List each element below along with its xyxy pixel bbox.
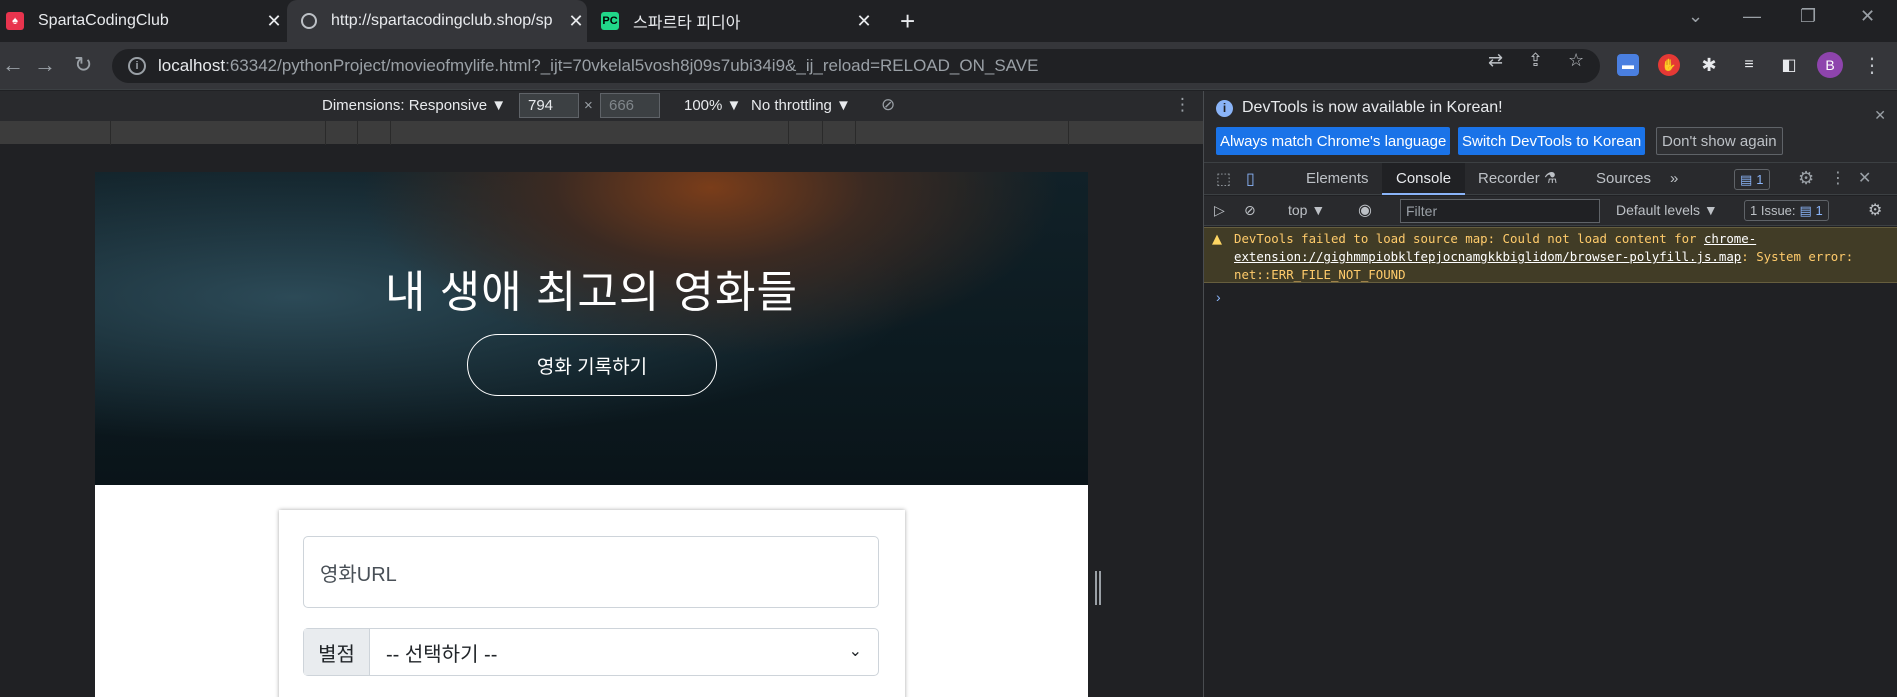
restore-button[interactable]: ❐ xyxy=(1800,6,1816,27)
tab-search-icon[interactable]: ⌄ xyxy=(1688,6,1703,27)
media-queue-icon[interactable]: ≡ xyxy=(1738,54,1760,76)
width-input[interactable]: 794 xyxy=(519,93,579,118)
browser-menu-icon[interactable]: ⋮ xyxy=(1862,53,1882,78)
switch-to-korean-button[interactable]: Switch DevTools to Korean xyxy=(1458,127,1646,155)
record-movie-button[interactable]: 영화 기록하기 xyxy=(467,334,717,396)
site-info-icon[interactable]: i xyxy=(128,57,146,75)
times-icon: × xyxy=(584,97,593,114)
device-viewport: 내 생애 최고의 영화들 영화 기록하기 영화URL 별점 -- 선택하기 --… xyxy=(0,146,1203,697)
tab-spartacodingclub-shop[interactable]: http://spartacodingclub.shop/sp ✕ xyxy=(287,0,587,42)
forward-button[interactable]: → xyxy=(34,52,56,78)
warning-icon: ▲ xyxy=(1212,232,1222,247)
device-toolbar: Dimensions: Responsive ▼ 794 × 666 100% … xyxy=(0,91,1203,121)
adblock-icon[interactable]: ✋ xyxy=(1658,54,1680,76)
close-devtools-icon[interactable]: ✕ xyxy=(1858,168,1871,188)
page: 내 생애 최고의 영화들 영화 기록하기 영화URL 별점 -- 선택하기 --… xyxy=(95,172,1088,697)
tab-console[interactable]: Console xyxy=(1382,163,1466,195)
dimensions-dropdown[interactable]: Dimensions: Responsive ▼ xyxy=(322,97,506,114)
throttling-dropdown[interactable]: No throttling ▼ xyxy=(751,97,851,114)
hero-banner: 내 생애 최고의 영화들 영화 기록하기 xyxy=(95,172,1088,485)
tab-sources[interactable]: Sources xyxy=(1596,163,1651,195)
address-bar[interactable]: i localhost:63342/pythonProject/movieofm… xyxy=(112,49,1600,83)
issues-badge[interactable]: ▤ 1 xyxy=(1734,169,1770,190)
console-toolbar: ▷ ⊘ top ▼ ◉ Filter Default levels ▼ 1 Is… xyxy=(1204,196,1897,226)
close-icon[interactable]: ✕ xyxy=(1874,107,1886,124)
movie-url-input[interactable]: 영화URL xyxy=(303,536,879,608)
star-select-value: -- 선택하기 -- xyxy=(386,643,498,666)
close-window-button[interactable]: ✕ xyxy=(1860,6,1875,27)
sparta-icon: ♠ xyxy=(6,12,24,30)
tab-sparta-pedia[interactable]: PC 스파르타 피디아 ✕ xyxy=(595,0,875,42)
filter-input[interactable]: Filter xyxy=(1400,199,1600,223)
device-toggle-icon[interactable]: ▯ xyxy=(1246,169,1255,189)
tab-elements[interactable]: Elements xyxy=(1306,163,1369,195)
share-icon[interactable]: ⇪ xyxy=(1528,50,1543,71)
info-icon: i xyxy=(1216,99,1233,117)
translate-icon[interactable]: ⇄ xyxy=(1488,50,1503,71)
zoom-dropdown[interactable]: 100% ▼ xyxy=(684,97,741,114)
info-message: DevTools is now available in Korean! xyxy=(1242,99,1503,116)
browser-toolbar: ← → ↻ i localhost:63342/pythonProject/mo… xyxy=(0,42,1897,90)
console-prompt[interactable]: › xyxy=(1216,289,1221,305)
sidebar-toggle-icon[interactable]: ▷ xyxy=(1214,202,1225,219)
page-title: 내 생애 최고의 영화들 xyxy=(385,268,798,317)
star-select[interactable]: -- 선택하기 -- ⌄ xyxy=(370,629,878,675)
rotate-icon[interactable]: ⊘ xyxy=(881,95,895,115)
context-selector[interactable]: top ▼ xyxy=(1288,202,1325,218)
close-icon[interactable]: ✕ xyxy=(263,11,285,32)
tab-recorder[interactable]: Recorder ⚗ xyxy=(1478,163,1557,195)
viewport-resize-handle[interactable] xyxy=(1093,571,1103,605)
new-tab-button[interactable]: + xyxy=(900,6,915,37)
side-panel-icon[interactable]: ◧ xyxy=(1778,54,1800,76)
close-icon[interactable]: ✕ xyxy=(565,11,587,32)
reload-button[interactable]: ↻ xyxy=(74,52,92,78)
globe-icon xyxy=(301,13,317,29)
height-input[interactable]: 666 xyxy=(600,93,660,118)
devtools-info-bar: i DevTools is now available in Korean! A… xyxy=(1204,91,1897,163)
device-options-icon[interactable]: ⋮ xyxy=(1174,95,1191,115)
log-levels-dropdown[interactable]: Default levels ▼ xyxy=(1616,202,1718,218)
extensions-puzzle-icon[interactable]: ✱ xyxy=(1698,54,1720,76)
console-settings-icon[interactable]: ⚙ xyxy=(1868,200,1882,220)
close-icon[interactable]: ✕ xyxy=(853,11,875,32)
bookmark-star-icon[interactable]: ☆ xyxy=(1568,50,1584,71)
back-button[interactable]: ← xyxy=(2,52,24,78)
dont-show-again-button[interactable]: Don't show again xyxy=(1656,127,1783,155)
console-warning: ▲ DevTools failed to load source map: Co… xyxy=(1204,227,1897,283)
clear-console-icon[interactable]: ⊘ xyxy=(1244,202,1256,219)
devtools-menu-icon[interactable]: ⋮ xyxy=(1830,168,1846,188)
avatar[interactable]: B xyxy=(1817,52,1843,78)
star-rating-group: 별점 -- 선택하기 -- ⌄ xyxy=(303,628,879,676)
more-tabs-icon[interactable]: » xyxy=(1670,163,1678,195)
settings-gear-icon[interactable]: ⚙ xyxy=(1798,168,1814,189)
tab-spartacodingclub[interactable]: ♠ SpartaCodingClub ✕ xyxy=(0,0,285,42)
chevron-down-icon: ⌄ xyxy=(848,643,862,660)
post-form-card: 영화URL 별점 -- 선택하기 -- ⌄ xyxy=(279,510,905,697)
inspect-element-icon[interactable]: ⬚ xyxy=(1216,169,1231,189)
tab-strip: ♠ SpartaCodingClub ✕ http://spartacoding… xyxy=(0,0,1897,42)
match-language-button[interactable]: Always match Chrome's language xyxy=(1216,127,1451,155)
minimize-button[interactable]: — xyxy=(1743,6,1761,27)
issue-counter[interactable]: 1 Issue: ▤ 1 xyxy=(1744,200,1829,221)
devtools-tabs: ⬚ ▯ Elements Console Recorder ⚗ Sources … xyxy=(1204,163,1897,195)
devtools-panel: i DevTools is now available in Korean! A… xyxy=(1203,91,1897,697)
star-label: 별점 xyxy=(304,629,370,675)
media-query-ruler[interactable] xyxy=(0,121,1203,145)
extension-icon[interactable]: ▬ xyxy=(1617,54,1639,76)
pycharm-icon: PC xyxy=(601,12,619,30)
eye-icon[interactable]: ◉ xyxy=(1358,200,1372,220)
